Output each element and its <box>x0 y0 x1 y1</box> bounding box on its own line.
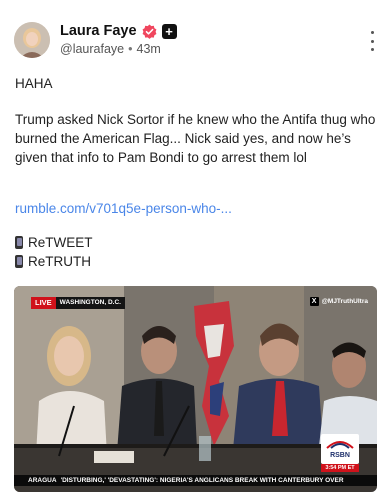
post-text-body: Trump asked Nick Sortor if he knew who t… <box>15 112 376 165</box>
ticker-tag: ARAGUA <box>14 477 61 484</box>
live-label: LIVE <box>31 297 56 309</box>
retruth-line: ReTRUTH <box>15 254 91 269</box>
live-location: WASHINGTON, D.C. <box>55 297 125 309</box>
retweet-line: ReTWEET <box>15 235 93 250</box>
post-text-line-1: HAHA <box>15 76 53 91</box>
separator-dot: • <box>128 42 133 56</box>
plus-badge-icon: + <box>161 23 177 39</box>
post-timestamp[interactable]: 43m <box>137 42 161 56</box>
video-credit-handle: @MJTruthUltra <box>321 298 368 305</box>
retweet-label: ReTWEET <box>28 235 93 250</box>
x-logo-icon: X <box>309 297 319 306</box>
author-handle[interactable]: @laurafaye <box>60 42 124 56</box>
mobile-phone-icon <box>15 255 23 268</box>
video-embed[interactable]: LIVE WASHINGTON, D.C. X @MJTruthUltra RS… <box>14 286 377 492</box>
video-credit: X @MJTruthUltra <box>309 297 368 306</box>
verified-badge-icon <box>142 23 157 39</box>
ticker-text: 'DISTURBING,' 'DEVASTATING': NIGERIA'S A… <box>60 477 344 484</box>
author-name[interactable]: Laura Faye <box>60 23 137 39</box>
news-ticker: ARAGUA 'DISTURBING,' 'DEVASTATING': NIGE… <box>14 475 377 486</box>
retruth-label: ReTRUTH <box>28 254 91 269</box>
broadcast-time: 3:54 PM ET <box>321 464 359 472</box>
channel-logo-text: RSBN <box>330 452 350 459</box>
mobile-phone-icon <box>15 236 23 249</box>
post-link[interactable]: rumble.com/v701q5e-person-who-... <box>15 201 232 216</box>
live-banner: LIVE WASHINGTON, D.C. <box>31 297 125 309</box>
channel-logo-icon <box>326 441 354 449</box>
avatar[interactable] <box>14 22 50 58</box>
more-options-icon[interactable] <box>368 31 376 51</box>
post-card: Laura Faye + @laurafaye • 43m HAHA Trump… <box>0 0 390 500</box>
